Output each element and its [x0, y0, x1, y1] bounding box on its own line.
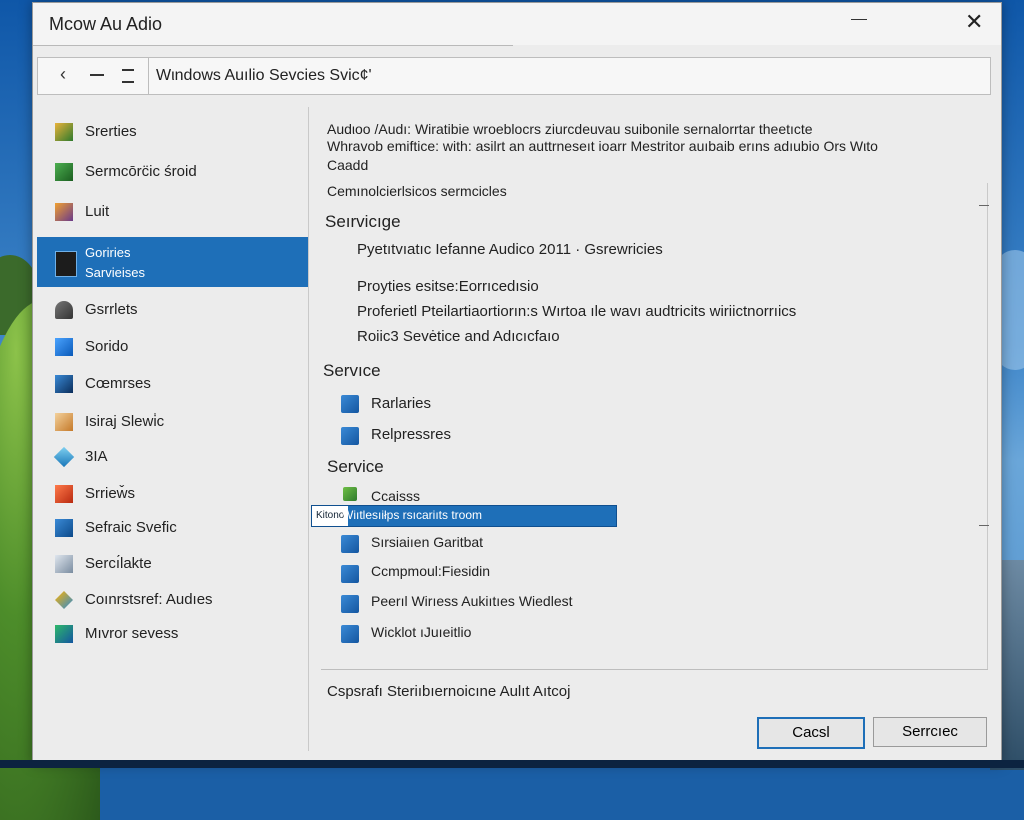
sidebar-item-label: Mıvror sevess — [85, 625, 179, 642]
section-3-item-label[interactable]: Sırsiaiıen Garitbat — [371, 534, 483, 550]
sidebar-item-label: Srriew̌s — [85, 485, 136, 502]
section-2-item-label[interactable]: Relpressres — [371, 426, 451, 443]
address-text[interactable]: Wιndows Auılio Sevcies Svic¢' — [156, 67, 372, 85]
service-icon — [341, 595, 359, 613]
subtitle: Cemınolcierlsicos sermcicles — [327, 183, 507, 199]
sidebar-item-label: 3IA — [85, 448, 108, 465]
content-scroll-track[interactable] — [987, 183, 988, 669]
address-bar[interactable]: ‹ Wιndows Auılio Sevcies Svic¢' — [37, 57, 991, 95]
cube-icon — [53, 446, 75, 468]
sidebar-item-label: Srerties — [85, 123, 137, 140]
close-button[interactable]: ✕ — [965, 9, 983, 35]
sidebar-item-label-line1: Goriries — [85, 245, 131, 260]
sidebar-item-label: Isiraj Slewi̇c — [85, 413, 165, 430]
service-icon — [341, 565, 359, 583]
sidebar-item-label: Sefraic Svefic — [85, 519, 177, 536]
section-2-item-label[interactable]: Rarlaries — [371, 395, 431, 412]
section-1-line-3: Proferietl Pteilartiaortiorın:s Wırtoa ı… — [357, 303, 797, 320]
sidebar-item-label: Sermcōrc̈ic śroid — [85, 163, 197, 180]
sidebar-item-isiraj[interactable]: Isiraj Slewi̇c — [37, 405, 308, 439]
sidebar-item-sercilakte[interactable]: Sercı́lakte — [37, 547, 308, 581]
minimize-button[interactable] — [851, 19, 867, 20]
section-1-header: Seırvicıge — [325, 212, 401, 231]
selected-list-item[interactable]: Kitono Wiıtlesıiłps rsıcariıts troom — [311, 505, 617, 527]
folder-icon — [55, 123, 73, 141]
sidebar-item-srerties[interactable]: Srerties — [37, 115, 308, 149]
title-divider — [33, 45, 513, 46]
menu-icon[interactable] — [122, 69, 134, 83]
sidebar-item-sermcorcic[interactable]: Sermcōrc̈ic śroid — [37, 155, 308, 189]
taskbar — [0, 760, 1024, 768]
box-icon — [55, 413, 73, 431]
scroll-mark-top — [979, 205, 989, 206]
section-3-header: Service — [327, 457, 384, 476]
sidebar-item-label: Luit — [85, 203, 110, 220]
footer-text: Cspsrafı Steriıbıernoicıne Aulıt Aıtcoj — [327, 683, 571, 700]
sidebar-item-luit[interactable]: Luit — [37, 195, 308, 229]
book-icon — [55, 203, 73, 221]
section-2-header: Servıce — [323, 361, 381, 380]
service-icon — [341, 625, 359, 643]
scroll-mark-bottom — [979, 525, 989, 526]
sidebar-item-label: Gsrrlets — [85, 301, 138, 318]
primary-button[interactable]: Cacsl — [757, 717, 865, 749]
sidebar-item-gsrrlets[interactable]: Gsrrlets — [37, 293, 308, 327]
section-3-item-label[interactable]: Ccmpmoul:Fiesidin — [371, 563, 490, 579]
sidebar-item-coemrses[interactable]: Cœmrses — [37, 367, 308, 401]
sidebar-item-3ia[interactable]: 3IA — [37, 440, 308, 474]
selected-item-label: Wiıtlesıiłps rsıcariıts troom — [342, 508, 483, 522]
secondary-button[interactable]: Serrcıec — [873, 717, 987, 747]
sidebar-item-label: Sercı́lakte — [85, 555, 152, 572]
sidebar-item-coinrstsref[interactable]: Coınrstsref: Audıes — [37, 583, 308, 617]
main-content: Audιoo /Audı: Wiratibie wroeblocrs ziurc… — [311, 107, 991, 757]
section-1-line-2: Proyties esitse:Eorrıcedısio — [357, 278, 539, 295]
content-divider — [321, 669, 988, 670]
paint-icon — [55, 625, 73, 643]
title-bar[interactable]: Mcow Au Adio ✕ — [33, 3, 1001, 45]
sidebar-item-label: Cœmrses — [85, 375, 151, 392]
section-3-item-label[interactable]: Wicklot ıJuıeitlio — [371, 624, 471, 640]
service-icon — [341, 427, 359, 445]
address-separator — [148, 58, 149, 94]
description-line-3: Caadd — [327, 157, 369, 173]
tablet-icon — [55, 519, 73, 537]
sidebar: Srerties Sermcōrc̈ic śroid Luit Goriries… — [37, 107, 309, 751]
section-1-line-4: Roiic3 Sevėtice and Adıcıcfaıo — [357, 328, 560, 345]
speaker-icon — [55, 301, 73, 319]
settings-window: Mcow Au Adio ✕ ‹ Wιndows Auılio Sevcies … — [32, 2, 1002, 764]
sidebar-item-srriews[interactable]: Srriew̌s — [37, 477, 308, 511]
display-icon — [55, 375, 73, 393]
section-1-line-1: Pyetıtvıatıc Iefanne Audico 2011 · Gsrew… — [357, 241, 663, 258]
window-icon — [55, 338, 73, 356]
page-icon — [55, 555, 73, 573]
sidebar-item-label: Goriries Sarvieises — [85, 243, 145, 283]
sidebar-item-sorido[interactable]: Sorido — [37, 330, 308, 364]
service-icon — [341, 535, 359, 553]
sidebar-item-label: Sorido — [85, 338, 129, 355]
shield-icon — [55, 485, 73, 503]
star-icon — [55, 591, 73, 609]
sidebar-item-goriries[interactable]: Goriries Sarvieises — [37, 237, 308, 287]
monitor-icon — [55, 251, 77, 277]
window-title: Mcow Au Adio — [49, 14, 163, 34]
description-line-1: Audιoo /Audı: Wiratibie wroeblocrs ziurc… — [327, 121, 813, 137]
section-3-item-label[interactable]: Ccaisss — [371, 488, 420, 504]
sidebar-item-label-line2: Sarvieises — [85, 265, 145, 280]
section-3-item-label[interactable]: Peerıl Wirıess Aukiıtıes Wiedlest — [371, 593, 573, 609]
app-icon — [55, 163, 73, 181]
collapse-icon[interactable] — [90, 74, 104, 76]
description-line-2: Whravob emiftice: with: asilrt an auttrn… — [327, 138, 878, 154]
service-icon — [343, 487, 357, 501]
sidebar-item-sefraic[interactable]: Sefraic Svefic — [37, 511, 308, 545]
sidebar-item-mivror[interactable]: Mıvror sevess — [37, 617, 308, 651]
back-arrow-icon[interactable]: ‹ — [60, 64, 66, 85]
sidebar-item-label: Coınrstsref: Audıes — [85, 591, 213, 608]
service-icon — [341, 395, 359, 413]
